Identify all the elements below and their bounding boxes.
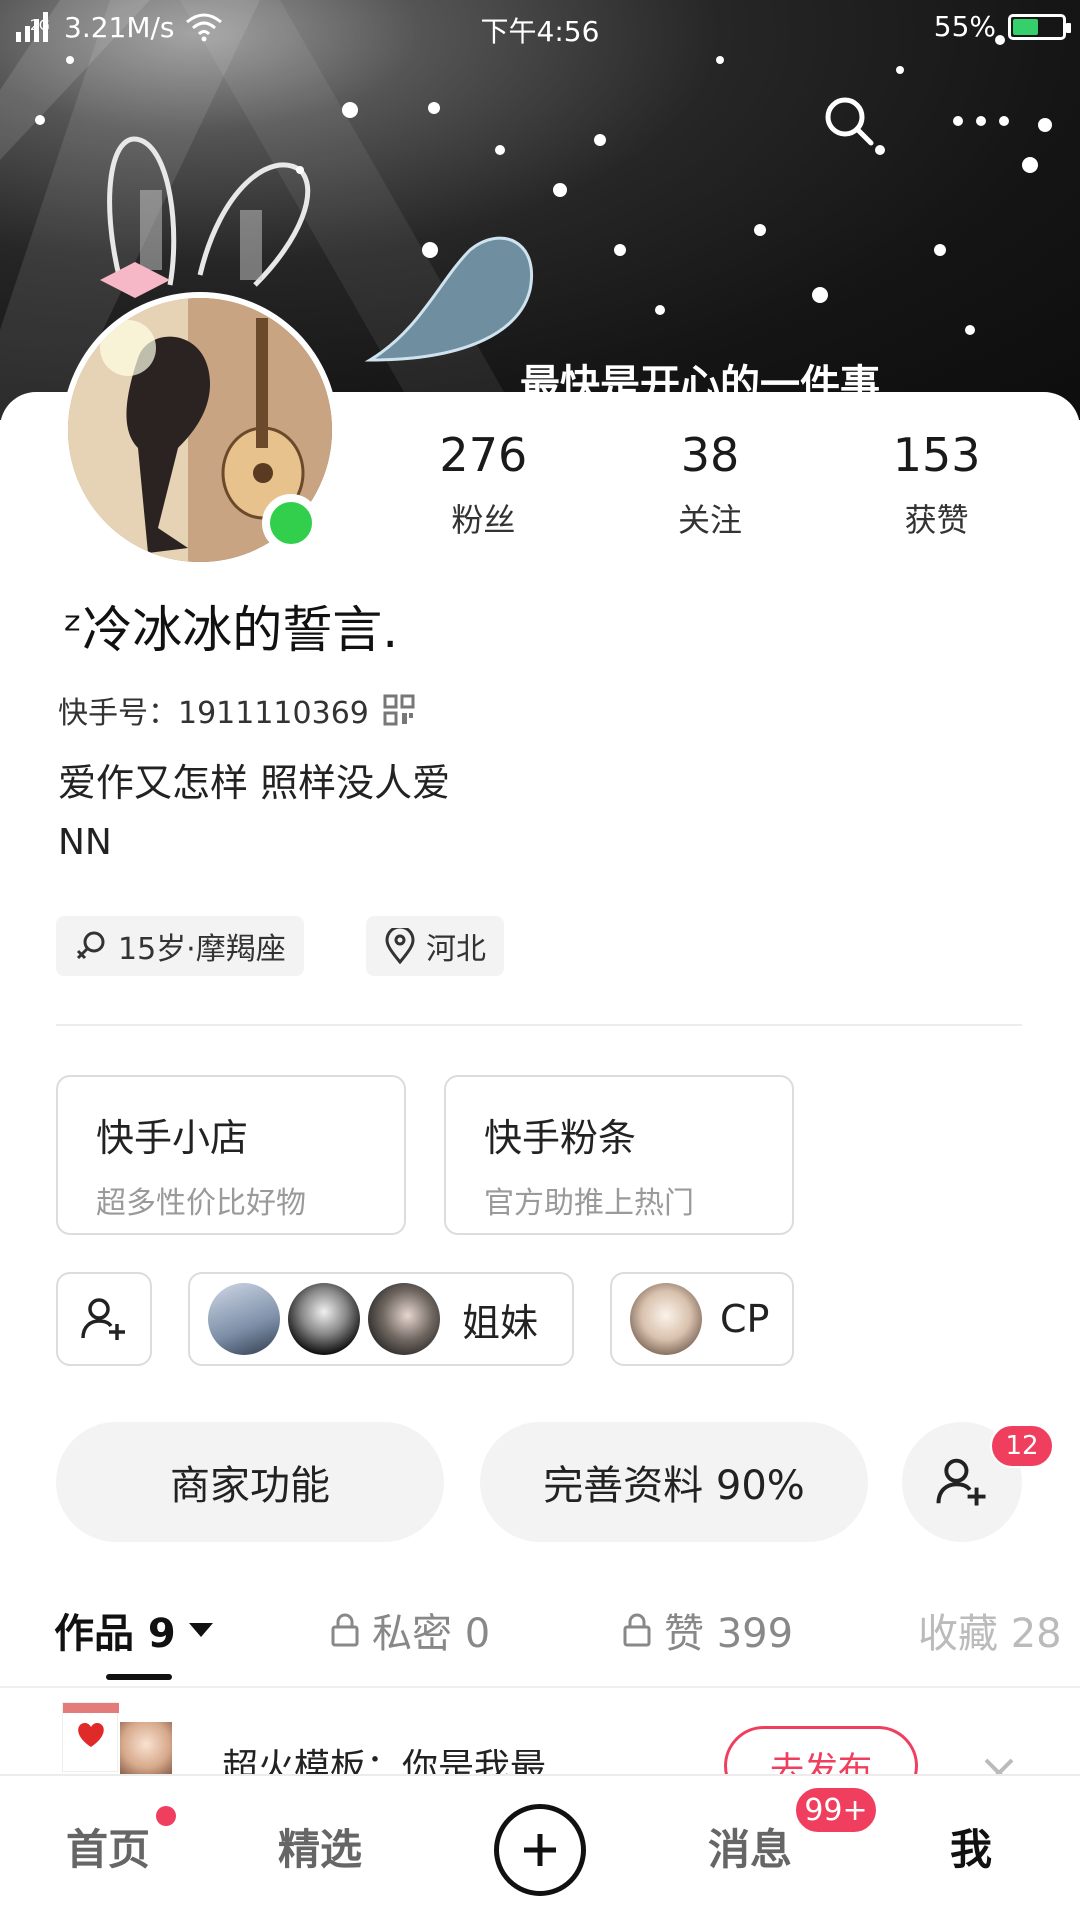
kuaishou-id: 快手号：1911110369 — [58, 696, 369, 731]
nickname: ᶻ冷冰冰的誓言. — [64, 601, 399, 659]
tab-works[interactable]: 作品 9 — [54, 1590, 214, 1670]
likes-label: 获赞 — [904, 501, 969, 539]
nav-me[interactable]: 我 — [950, 1816, 992, 1877]
following-stat[interactable]: 38 关注 — [597, 425, 824, 541]
battery-percent: 55% — [933, 10, 996, 43]
plus-icon — [524, 1834, 556, 1866]
nav-featured[interactable]: 精选 — [278, 1816, 362, 1877]
caret-down-icon — [188, 1623, 213, 1637]
fentiao-title: 快手粉条 — [484, 1116, 637, 1160]
profile-stats: 276 粉丝 38 关注 153 获赞 — [370, 425, 1050, 541]
home-notification-dot — [156, 1806, 176, 1826]
close-icon[interactable] — [982, 1756, 1016, 1776]
cp-label: CP — [720, 1297, 770, 1341]
gender-female-icon — [76, 931, 105, 960]
messages-badge: 99+ — [794, 1786, 878, 1834]
nav-home[interactable]: 首页 — [66, 1816, 150, 1877]
kuaishou-fentiao-card[interactable]: 快手粉条 官方助推上热门 — [444, 1075, 794, 1235]
add-friend-group-button[interactable] — [56, 1272, 152, 1366]
age-zodiac-chip[interactable]: 15岁·摩羯座 — [56, 916, 304, 976]
status-bar: 2G 3.21M/s 下午4:56 55% — [0, 0, 1080, 56]
more-button[interactable] — [946, 86, 1016, 156]
content-tabs: 作品 9 私密 0 赞 399 收藏 28 — [0, 1590, 1080, 1680]
likes-stat[interactable]: 153 获赞 — [823, 425, 1050, 541]
sister-avatar-3 — [368, 1283, 440, 1355]
tab-favorites-label: 收藏 28 — [918, 1611, 1062, 1657]
promo-text: 超火模板：你是我最... — [222, 1747, 581, 1776]
heart-icon — [63, 1703, 119, 1747]
battery-icon — [1008, 13, 1071, 40]
create-button[interactable] — [494, 1804, 586, 1896]
search-icon — [825, 97, 874, 146]
add-user-icon — [936, 1458, 986, 1506]
kuaishou-shop-card[interactable]: 快手小店 超多性价比好物 — [56, 1075, 406, 1235]
fans-label: 粉丝 — [451, 501, 516, 539]
cp-avatar — [630, 1283, 702, 1355]
lock-icon — [331, 1613, 359, 1647]
sister-avatar-1 — [208, 1283, 280, 1355]
tab-works-label: 作品 9 — [54, 1611, 176, 1657]
status-time: 下午4:56 — [480, 15, 600, 48]
qr-code-icon[interactable] — [383, 694, 415, 726]
publish-button[interactable]: 去发布 — [724, 1726, 918, 1776]
more-icon — [953, 116, 1009, 126]
fans-stat[interactable]: 276 粉丝 — [370, 425, 597, 541]
location-pin-icon — [385, 928, 415, 964]
location-chip[interactable]: 河北 — [366, 916, 504, 976]
kuaishou-id-row[interactable]: 快手号：1911110369 — [58, 688, 415, 732]
tab-private-label: 私密 0 — [372, 1611, 491, 1657]
friend-request-badge: 12 — [990, 1424, 1054, 1468]
tab-private[interactable]: 私密 0 — [330, 1590, 490, 1670]
sisters-label: 姐妹 — [462, 1300, 539, 1345]
online-status-dot — [262, 494, 320, 552]
sister-avatar-2 — [288, 1283, 360, 1355]
fans-count: 276 — [439, 428, 528, 482]
merchant-functions-button[interactable]: 商家功能 — [56, 1422, 444, 1542]
shop-subtitle: 超多性价比好物 — [96, 1186, 306, 1221]
promo-thumbnail-2 — [120, 1722, 172, 1776]
location-text: 河北 — [426, 932, 486, 967]
tab-likes[interactable]: 赞 399 — [622, 1590, 793, 1670]
bottom-nav: 首页 精选 消息 99+ 我 — [0, 1774, 1080, 1920]
following-label: 关注 — [678, 501, 743, 539]
bio-line-2: NN — [58, 822, 112, 863]
template-promo-banner[interactable]: 超火模板：你是我最... 去发布 — [0, 1686, 1080, 1776]
complete-profile-button[interactable]: 完善资料 90% — [480, 1422, 868, 1542]
search-button[interactable] — [814, 86, 884, 156]
fentiao-subtitle: 官方助推上热门 — [484, 1186, 694, 1221]
lock-icon — [623, 1613, 651, 1647]
bio-line-1: 爱作又怎样 照样没人爱 — [58, 761, 451, 805]
battery-fill — [1013, 18, 1038, 35]
tab-likes-label: 赞 399 — [664, 1611, 794, 1657]
nav-messages[interactable]: 消息 — [708, 1816, 792, 1877]
likes-count: 153 — [892, 428, 981, 482]
status-right: 55% — [933, 10, 1071, 43]
profile-page: 最快是开心的一件事 2G 3.21M/s 下午4:56 55% 276 粉丝 3… — [0, 0, 1080, 1920]
section-divider — [56, 1024, 1022, 1026]
shop-title: 快手小店 — [96, 1116, 249, 1160]
sisters-group[interactable]: 姐妹 — [188, 1272, 574, 1366]
following-count: 38 — [680, 428, 740, 482]
promo-thumbnail-1 — [62, 1702, 119, 1772]
cp-group[interactable]: CP — [610, 1272, 794, 1366]
tab-favorites[interactable]: 收藏 28 — [918, 1590, 1062, 1670]
add-user-icon — [81, 1298, 125, 1340]
active-tab-indicator — [106, 1674, 172, 1680]
age-zodiac-text: 15岁·摩羯座 — [118, 932, 286, 967]
